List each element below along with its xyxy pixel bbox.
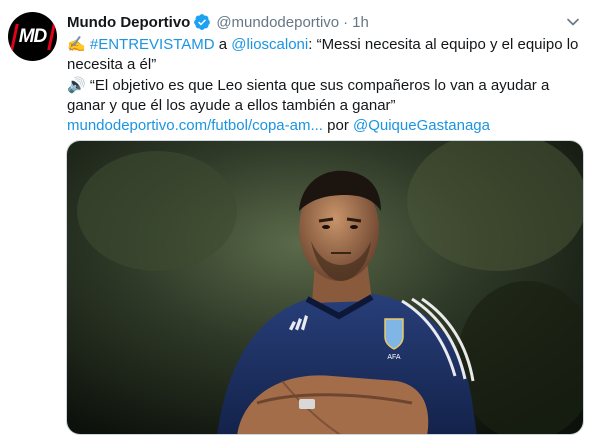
mention-lioscaloni[interactable]: @lioscaloni xyxy=(231,36,308,53)
hashtag-link[interactable]: #ENTREVISTAMD xyxy=(90,36,215,53)
chevron-down-icon[interactable] xyxy=(563,12,583,32)
handle[interactable]: @mundodeportivo xyxy=(216,14,339,31)
logo-text: MD xyxy=(18,25,48,47)
speaker-emoji: 🔊 xyxy=(67,76,86,94)
text-a: a xyxy=(214,36,232,53)
quote-2: “El objetivo es que Leo sienta que sus c… xyxy=(67,77,550,114)
coach-photo: AFA xyxy=(67,141,583,434)
writing-hand-emoji: ✍️ xyxy=(67,35,86,53)
jersey-badge: AFA xyxy=(387,354,401,361)
article-link[interactable]: mundodeportivo.com/futbol/copa-am... xyxy=(67,117,323,134)
logo-bracket-left xyxy=(9,23,19,50)
mention-quiquegastanaga[interactable]: @QuiqueGastanaga xyxy=(353,117,490,134)
avatar[interactable]: MD xyxy=(8,12,57,61)
tweet-card[interactable]: MD Mundo Deportivo @mundodeportivo · 1h … xyxy=(0,0,595,442)
separator-dot: · xyxy=(343,13,349,31)
display-name[interactable]: Mundo Deportivo xyxy=(67,14,190,31)
md-logo: MD xyxy=(9,23,56,50)
logo-bracket-right xyxy=(46,23,56,50)
tweet-text: ✍️ #ENTREVISTAMD a @lioscaloni: “Messi n… xyxy=(67,34,582,136)
text-por: por xyxy=(322,117,353,134)
tweet-media-photo[interactable]: AFA xyxy=(66,140,584,435)
verified-badge-icon xyxy=(194,14,211,30)
timestamp[interactable]: 1h xyxy=(352,14,369,31)
tweet-header: Mundo Deportivo @mundodeportivo · 1h xyxy=(67,12,583,32)
